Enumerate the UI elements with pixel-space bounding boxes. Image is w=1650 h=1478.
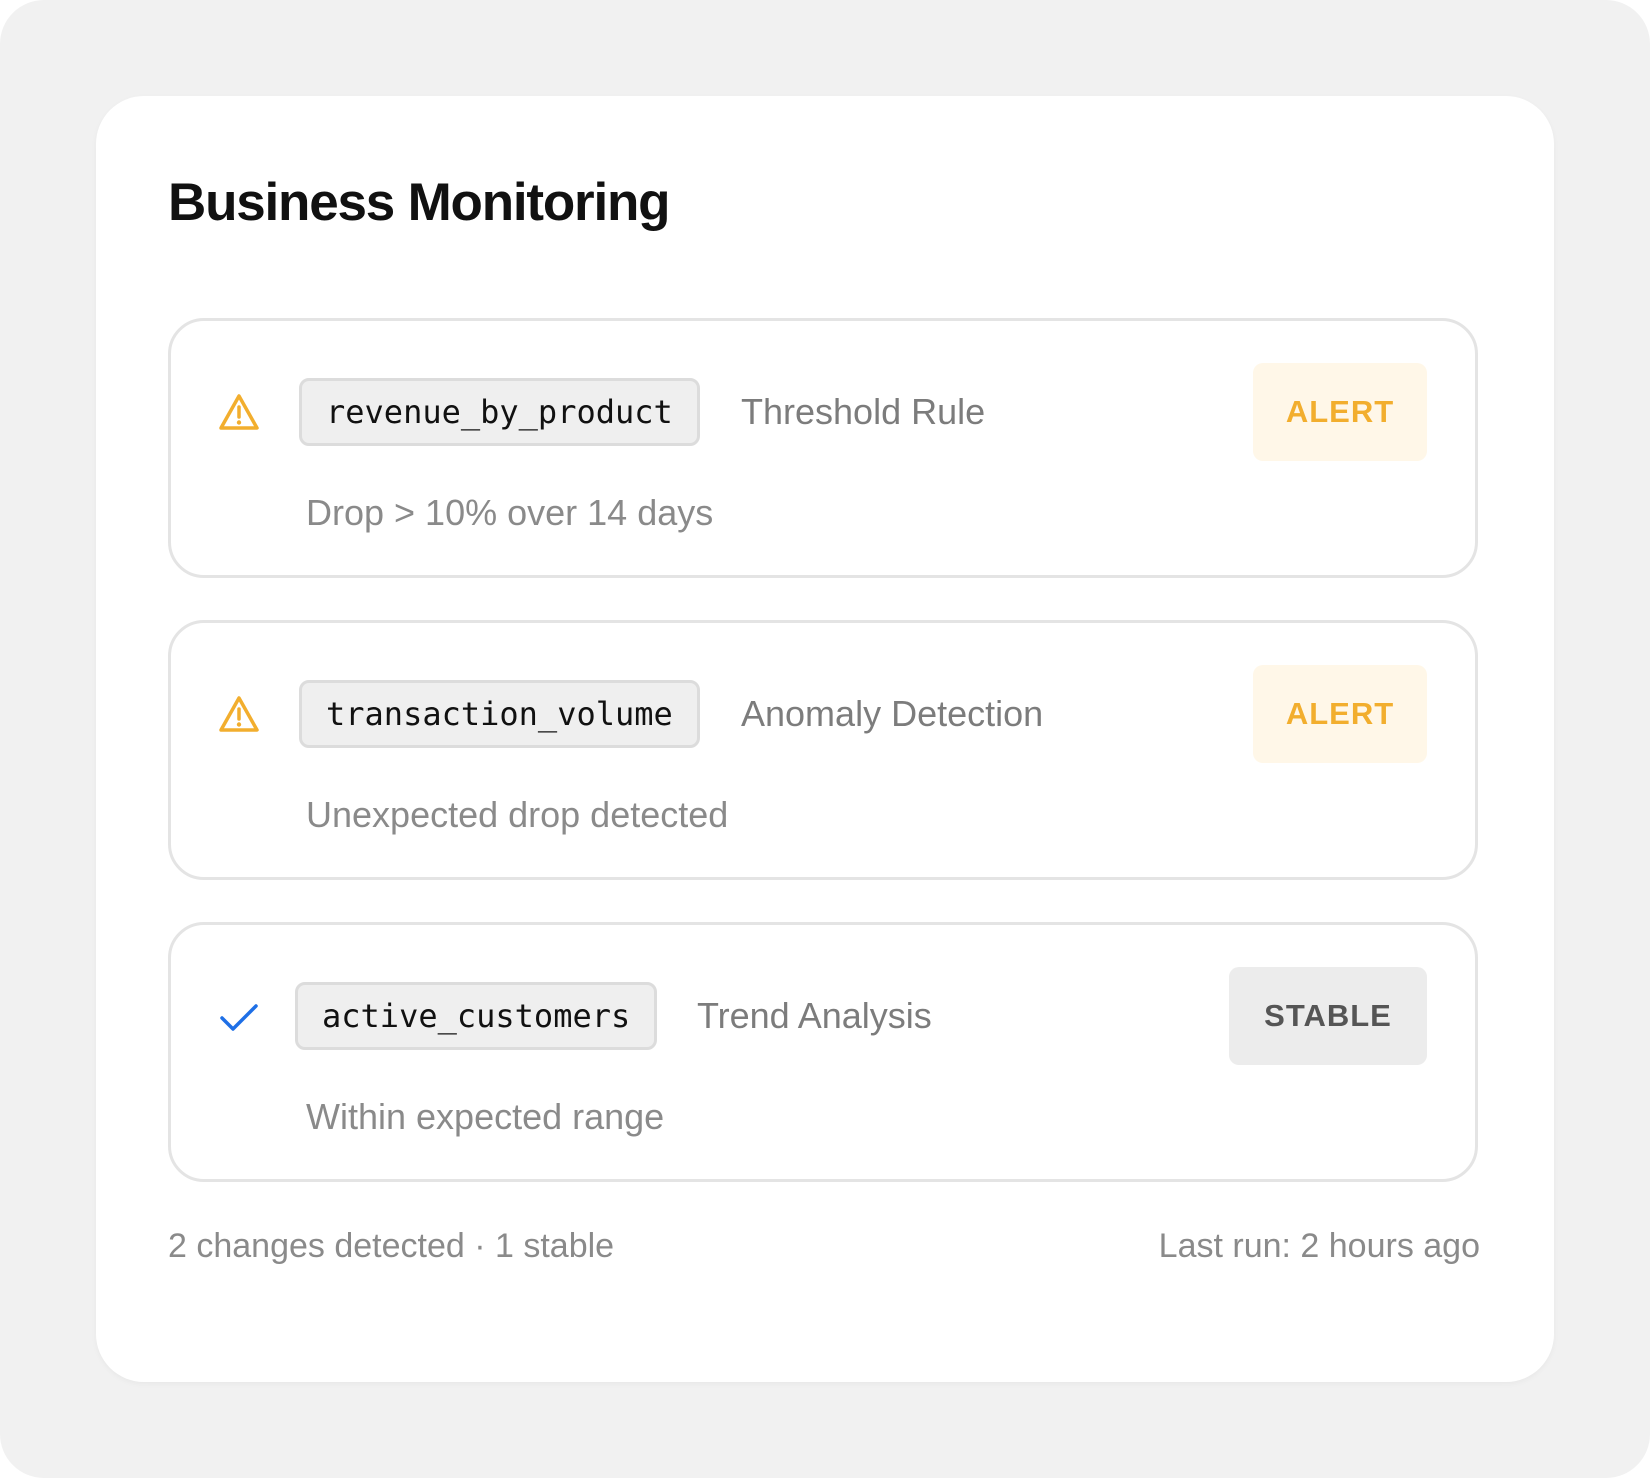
warning-triangle-icon bbox=[217, 693, 261, 737]
alert-status-badge: ALERT bbox=[1253, 665, 1427, 763]
metric-name-chip: revenue_by_product bbox=[299, 378, 700, 446]
alert-status-badge: ALERT bbox=[1253, 363, 1427, 461]
stable-status-badge: STABLE bbox=[1229, 967, 1427, 1065]
rule-type-label: Trend Analysis bbox=[697, 995, 932, 1036]
last-run-text: Last run: 2 hours ago bbox=[1158, 1227, 1480, 1265]
monitor-row-transaction-volume[interactable]: transaction_volume Anomaly Detection ALE… bbox=[168, 620, 1478, 880]
rule-type-label: Threshold Rule bbox=[741, 391, 986, 432]
monitor-row-revenue-by-product[interactable]: revenue_by_product Threshold Rule ALERT … bbox=[168, 318, 1478, 578]
monitor-description: Drop > 10% over 14 days bbox=[306, 492, 714, 533]
monitor-description: Within expected range bbox=[306, 1096, 665, 1137]
business-monitoring-card: Business Monitoring revenue_by_product T… bbox=[96, 96, 1554, 1382]
metric-name-chip: active_customers bbox=[295, 982, 658, 1050]
page-title: Business Monitoring bbox=[168, 173, 671, 232]
page-background: Business Monitoring revenue_by_product T… bbox=[0, 0, 1650, 1478]
summary-text: 2 changes detected · 1 stable bbox=[168, 1227, 615, 1265]
checkmark-icon bbox=[217, 995, 261, 1039]
monitor-row-active-customers[interactable]: active_customers Trend Analysis STABLE W… bbox=[168, 922, 1478, 1182]
monitor-description: Unexpected drop detected bbox=[306, 794, 729, 835]
rule-type-label: Anomaly Detection bbox=[741, 693, 1044, 734]
warning-triangle-icon bbox=[217, 391, 261, 435]
metric-name-chip: transaction_volume bbox=[299, 680, 700, 748]
